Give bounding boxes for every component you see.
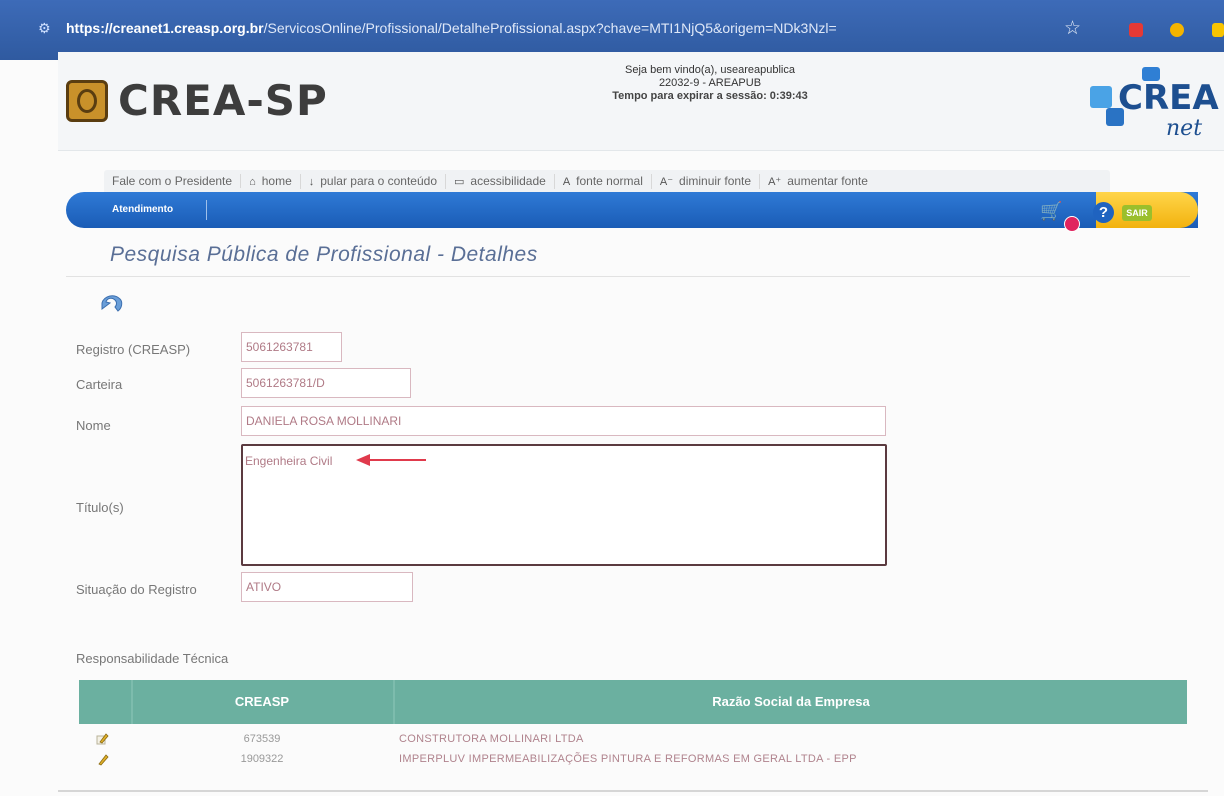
down-arrow-icon: ↓ [308,175,315,188]
crea-net-logo: CREA net [1088,64,1219,154]
edit-icon[interactable] [95,732,109,746]
quicklink-home[interactable]: ⌂ home [241,173,301,189]
crea-sp-seal-icon [66,80,108,122]
crea-sp-logo[interactable]: CREA-SP [118,76,328,125]
extension-icon[interactable] [1129,23,1143,37]
quicklink-fonte-normal[interactable]: Afonte normal [555,173,652,189]
quicklink-pular-conteudo[interactable]: ↓ pular para o conteúdo [301,173,447,189]
user-code: 22032-9 - AREAPUB [658,77,762,89]
table-row: 1909322 IMPERPLUV IMPERMEABILIZAÇÕES PIN… [79,750,1187,770]
welcome-text: Seja bem vindo(a), useareapublica [625,64,795,76]
titulo-field: Engenheira Civil [241,444,887,566]
quicklink-fale-presidente[interactable]: Fale com o Presidente [104,174,242,188]
row-razao-social: IMPERPLUV IMPERMEABILIZAÇÕES PINTURA E R… [399,753,857,765]
quicklink-diminuir-fonte[interactable]: A⁻ diminuir fonte [652,173,761,189]
browser-address-bar[interactable]: ⚙ https://creanet1.creasp.org.br/Servico… [0,0,1224,60]
session-info: Seja bem vindo(a), useareapublica 22032-… [560,64,860,103]
quicklink-aumentar-fonte[interactable]: A⁺ aumentar fonte [760,174,876,189]
row-razao-social: CONSTRUTORA MOLLINARI LTDA [399,733,584,745]
quick-links-bar: Fale com o Presidente ⌂ home ↓ pular para … [104,170,1110,192]
quicklink-acessibilidade[interactable]: ▭ acessibilidade [446,173,555,189]
font-increase-icon: A⁺ [768,175,782,188]
situacao-label: Situação do Registro [76,582,197,597]
title-divider [66,276,1190,277]
accessibility-icon: ▭ [454,175,465,188]
extension-icon[interactable] [1212,23,1224,37]
logout-button[interactable]: SAIR [1122,205,1152,221]
page-title: Pesquisa Pública de Profissional - Detal… [110,243,538,266]
row-creasp: 673539 [243,733,281,745]
titulo-label: Título(s) [76,500,124,515]
page-bottom-divider [58,790,1208,792]
home-icon: ⌂ [249,175,256,188]
responsabilidade-label: Responsabilidade Técnica [76,651,229,666]
menu-divider [206,200,207,220]
back-arrow-icon[interactable] [98,291,126,315]
extension-icon[interactable] [1170,23,1184,37]
registro-label: Registro (CREASP) [76,342,191,357]
table-header: CREASP Razão Social da Empresa [79,680,1187,724]
font-normal-icon: A [562,175,571,188]
help-icon[interactable]: ? [1093,202,1114,223]
carteira-label: Carteira [76,377,123,392]
bookmark-star-icon[interactable]: ☆ [1064,17,1081,40]
site-info-icon[interactable]: ⚙ [38,20,51,37]
column-header-creasp[interactable]: CREASP [131,680,393,724]
column-header-razao-social[interactable]: Razão Social da Empresa [395,680,1187,724]
situacao-field: ATIVO [241,572,413,602]
url-text[interactable]: https://creanet1.creasp.org.br/ServicosO… [66,20,837,36]
row-creasp: 1909322 [240,753,284,765]
nome-field: DANIELA ROSA MOLLINARI [241,406,886,436]
cart-icon[interactable]: 🛒 [1040,201,1062,222]
cart-badge [1064,216,1080,232]
responsabilidade-table: CREASP Razão Social da Empresa 673539 CO… [79,680,1187,770]
edit-icon[interactable] [95,752,109,766]
font-decrease-icon: A⁻ [659,175,674,188]
session-timer: Tempo para expirar a sessão: 0:39:43 [612,90,808,102]
annotation-arrow-icon [356,454,426,466]
menu-item-atendimento[interactable]: Atendimento [112,204,173,215]
carteira-field: 5061263781/D [241,368,411,398]
nome-label: Nome [76,418,111,433]
table-row: 673539 CONSTRUTORA MOLLINARI LTDA [79,730,1187,750]
registro-field: 5061263781 [241,332,342,362]
main-menu-bar: Atendimento [66,192,1198,228]
